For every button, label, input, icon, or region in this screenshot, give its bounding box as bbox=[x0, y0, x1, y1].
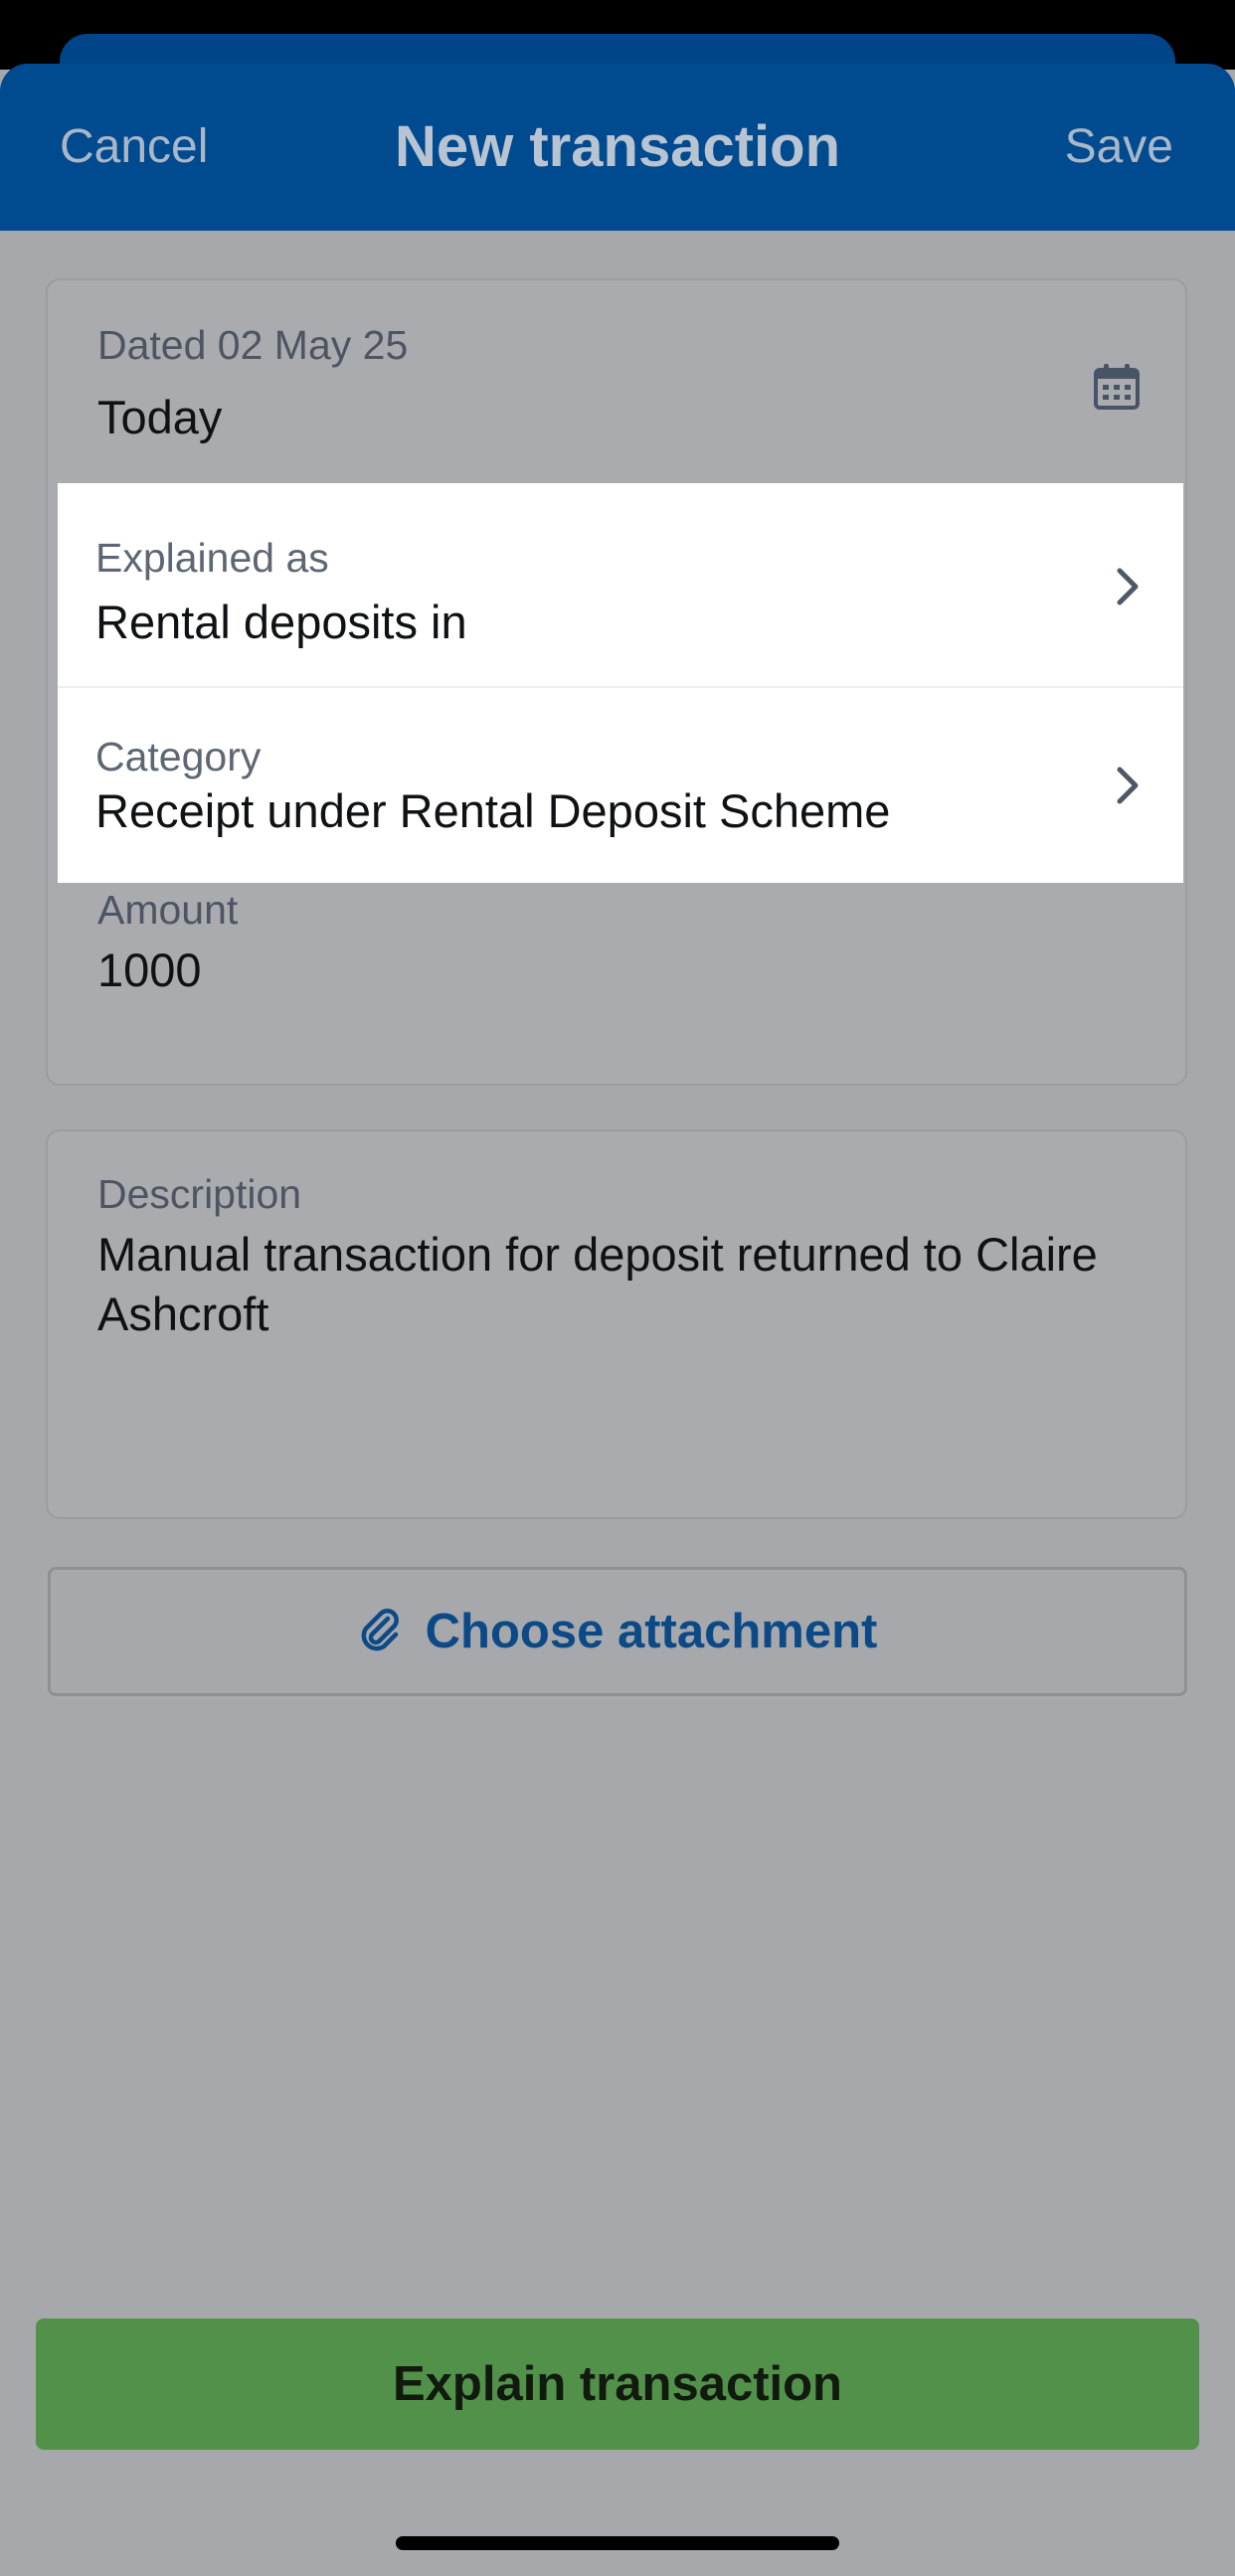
description-label: Description bbox=[97, 1171, 302, 1217]
description-field[interactable]: Description Manual transaction for depos… bbox=[46, 1129, 1187, 1519]
save-button[interactable]: Save bbox=[1065, 119, 1173, 174]
category-field[interactable]: Category Receipt under Rental Deposit Sc… bbox=[58, 688, 1183, 883]
paperclip-icon bbox=[361, 1609, 399, 1651]
date-label: Dated 02 May 25 bbox=[97, 322, 409, 368]
choose-attachment-label: Choose attachment bbox=[425, 1605, 878, 1658]
description-value[interactable]: Manual transaction for deposit returned … bbox=[97, 1225, 1132, 1344]
date-value: Today bbox=[97, 391, 223, 443]
explained-as-label: Explained as bbox=[95, 535, 329, 581]
amount-field[interactable]: Amount 1000 bbox=[48, 887, 1185, 1086]
calendar-icon[interactable] bbox=[1092, 362, 1142, 412]
home-indicator[interactable] bbox=[396, 2536, 839, 2550]
amount-label: Amount bbox=[97, 887, 239, 933]
explain-transaction-button[interactable]: Explain transaction bbox=[36, 2318, 1199, 2450]
choose-attachment-button[interactable]: Choose attachment bbox=[48, 1567, 1187, 1696]
explained-as-field[interactable]: Explained as Rental deposits in bbox=[58, 483, 1183, 688]
date-field[interactable]: Dated 02 May 25 Today bbox=[48, 280, 1185, 485]
chevron-right-icon bbox=[1117, 568, 1139, 605]
page-title: New transaction bbox=[395, 114, 840, 179]
explain-transaction-label: Explain transaction bbox=[392, 2357, 842, 2411]
explained-as-value: Rental deposits in bbox=[95, 596, 467, 648]
category-value: Receipt under Rental Deposit Scheme bbox=[95, 784, 891, 837]
category-label: Category bbox=[95, 734, 262, 779]
chevron-right-icon bbox=[1117, 767, 1139, 804]
amount-value: 1000 bbox=[97, 944, 202, 996]
modal-header: Cancel New transaction Save bbox=[0, 64, 1235, 231]
